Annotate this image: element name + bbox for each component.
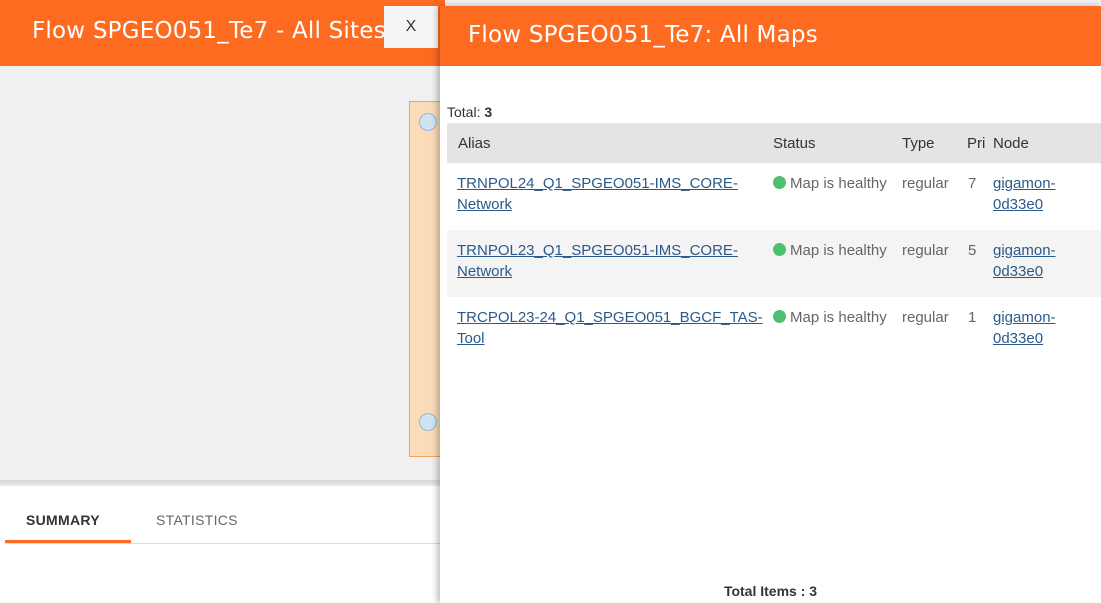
- topology-node-group[interactable]: [409, 101, 440, 457]
- table-row: TRNPOL23_Q1_SPGEO051-IMS_CORE-Network Ma…: [447, 230, 1101, 297]
- all-maps-drawer: Flow SPGEO051_Te7: All Maps Total: 3 Ali…: [440, 6, 1101, 603]
- type-cell: regular: [902, 230, 967, 297]
- node-link[interactable]: gigamon-0d33e0: [993, 309, 1056, 347]
- background-page-title: Flow SPGEO051_Te7 - All Sites: [32, 18, 386, 44]
- table-header-row: Alias Status Type Pri Node: [447, 123, 1101, 163]
- column-header-node[interactable]: Node: [993, 123, 1101, 163]
- node-icon[interactable]: [419, 113, 437, 131]
- priority-cell: 7: [968, 175, 977, 192]
- table-row: TRNPOL24_Q1_SPGEO051-IMS_CORE-Network Ma…: [447, 163, 1101, 230]
- column-header-alias[interactable]: Alias: [447, 123, 773, 163]
- table-row: TRCPOL23-24_Q1_SPGEO051_BGCF_TAS-Tool Ma…: [447, 297, 1101, 364]
- drawer-header: Flow SPGEO051_Te7: All Maps: [440, 6, 1101, 66]
- alias-cell: TRCPOL23-24_Q1_SPGEO051_BGCF_TAS-Tool: [447, 297, 773, 364]
- total-label: Total:: [447, 104, 481, 120]
- node-cell: gigamon-0d33e0: [993, 163, 1101, 230]
- column-header-type[interactable]: Type: [902, 123, 967, 163]
- type-cell: regular: [902, 309, 949, 326]
- total-items-footer: Total Items : 3: [723, 583, 818, 599]
- node-cell: gigamon-0d33e0: [993, 230, 1101, 297]
- map-alias-link[interactable]: TRNPOL23_Q1_SPGEO051-IMS_CORE-Network: [457, 242, 738, 280]
- status-cell: Map is healthy: [773, 163, 902, 230]
- healthy-status-icon: [773, 243, 786, 256]
- total-count: Total: 3: [447, 104, 492, 120]
- background-header: Flow SPGEO051_Te7 - All Sites: [0, 0, 445, 66]
- healthy-status-icon: [773, 176, 786, 189]
- priority-cell: 5: [967, 230, 993, 297]
- active-tab-indicator: [5, 540, 131, 543]
- type-cell: regular: [902, 175, 949, 192]
- node-icon[interactable]: [419, 413, 437, 431]
- status-text: Map is healthy: [790, 242, 887, 259]
- tab-divider: [5, 543, 440, 544]
- drawer-title: Flow SPGEO051_Te7: All Maps: [468, 22, 818, 48]
- priority-cell: 1: [968, 309, 977, 326]
- maps-table: Alias Status Type Pri Node TRNPOL24_Q1_S…: [447, 123, 1101, 364]
- alias-cell: TRNPOL23_Q1_SPGEO051-IMS_CORE-Network: [447, 230, 773, 297]
- total-value: 3: [484, 104, 493, 120]
- column-header-pri[interactable]: Pri: [967, 123, 993, 163]
- tab-statistics[interactable]: STATISTICS: [156, 512, 238, 528]
- close-drawer-button[interactable]: X: [384, 6, 438, 48]
- status-cell: Map is healthy: [773, 230, 902, 297]
- status-cell: Map is healthy: [773, 297, 902, 364]
- node-link[interactable]: gigamon-0d33e0: [993, 175, 1056, 213]
- tab-summary[interactable]: SUMMARY: [26, 512, 100, 528]
- bottom-panel: [0, 486, 440, 603]
- map-alias-link[interactable]: TRNPOL24_Q1_SPGEO051-IMS_CORE-Network: [457, 175, 738, 213]
- column-header-status[interactable]: Status: [773, 123, 902, 163]
- topology-canvas[interactable]: [0, 66, 440, 480]
- map-alias-link[interactable]: TRCPOL23-24_Q1_SPGEO051_BGCF_TAS-Tool: [457, 309, 763, 347]
- node-link[interactable]: gigamon-0d33e0: [993, 242, 1056, 280]
- status-text: Map is healthy: [790, 175, 887, 192]
- healthy-status-icon: [773, 310, 786, 323]
- alias-cell: TRNPOL24_Q1_SPGEO051-IMS_CORE-Network: [447, 163, 773, 230]
- status-text: Map is healthy: [790, 309, 887, 326]
- node-cell: gigamon-0d33e0: [993, 297, 1101, 364]
